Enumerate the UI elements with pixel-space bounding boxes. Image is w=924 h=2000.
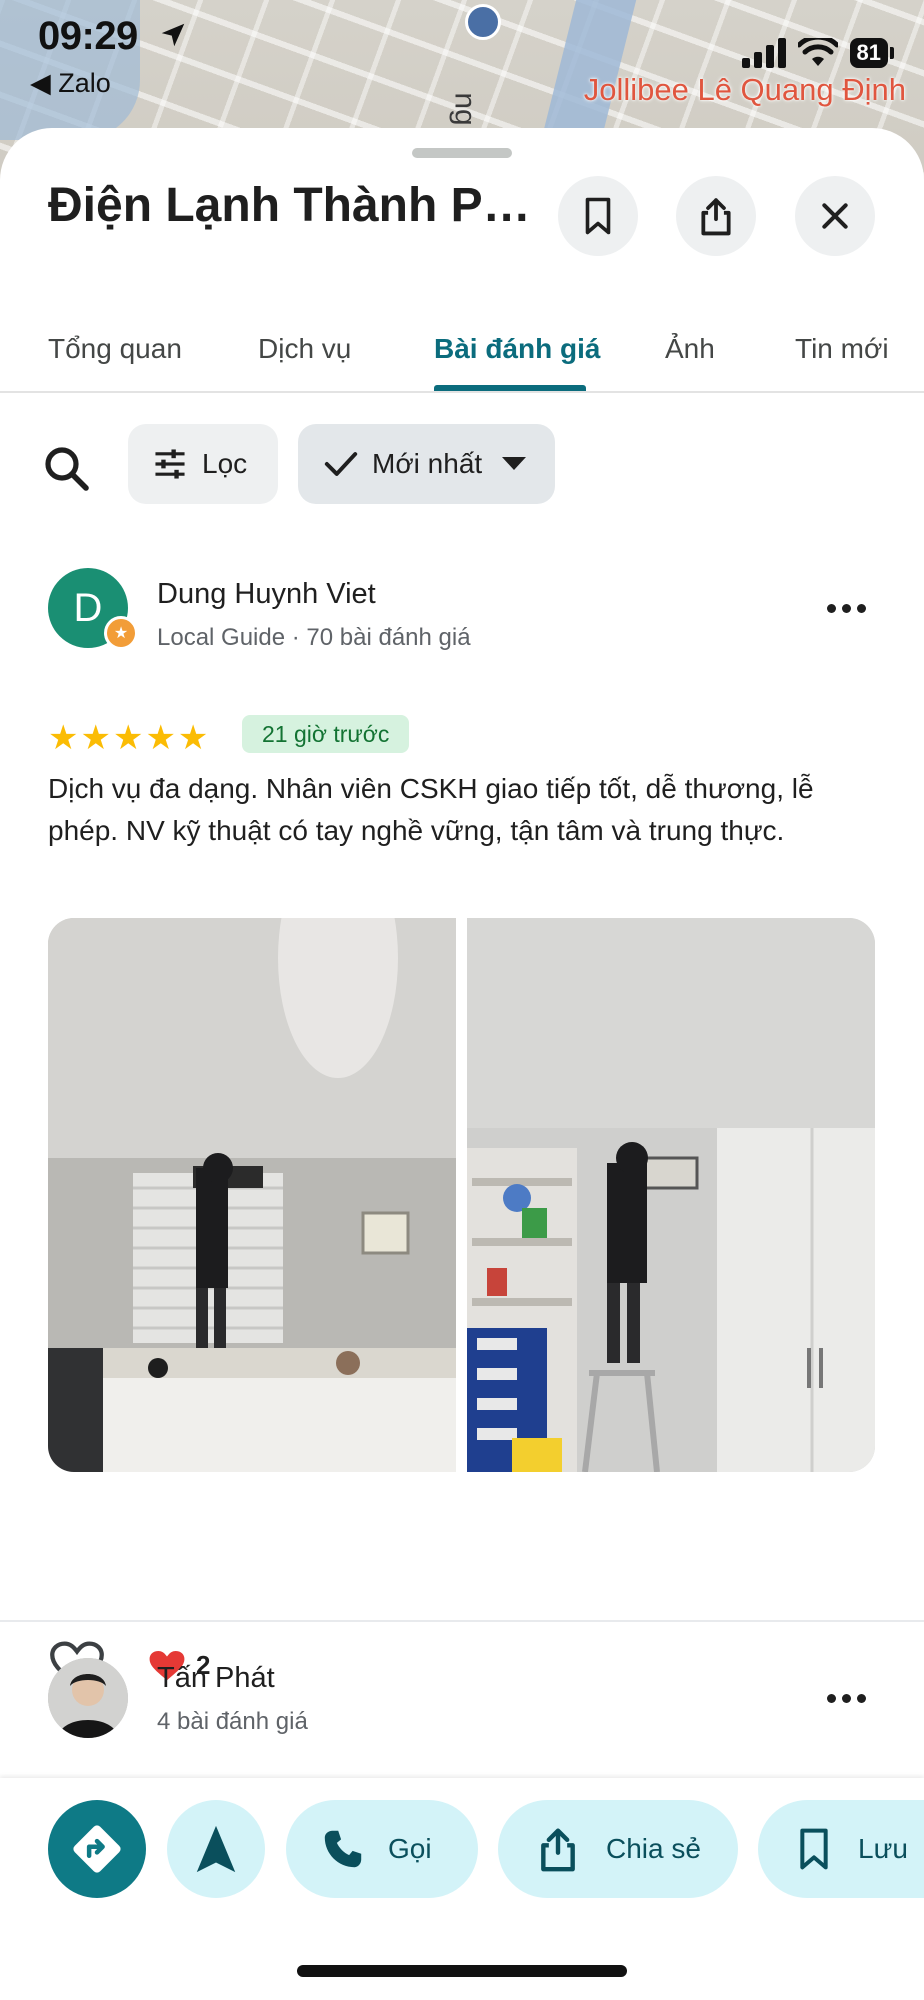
place-sheet: Điện Lạnh Thành Ph... Tổng quan Dịch vụ … [0, 128, 924, 2000]
tab-reviews[interactable]: Bài đánh giá [434, 333, 600, 365]
avatar-letter: D [73, 585, 103, 630]
reviewer-meta: Local Guide · 70 bài đánh giá [157, 624, 471, 651]
more-options-icon[interactable] [827, 1694, 866, 1703]
review-filter-bar: Lọc Mới nhất [0, 424, 924, 504]
share-icon [701, 198, 731, 236]
star-rating: ★★★★★ [48, 719, 211, 757]
share-place-button[interactable] [676, 176, 756, 256]
local-guide-badge-icon: ★ [104, 616, 138, 650]
close-icon [822, 203, 848, 229]
save-place-button[interactable] [558, 176, 638, 256]
review-divider [0, 1620, 924, 1622]
tab-overview[interactable]: Tổng quan [48, 333, 182, 365]
signal-icon [741, 38, 786, 68]
tab-bar: Tổng quan Dịch vụ Bài đánh giá Ảnh Tin m… [0, 303, 924, 393]
tune-icon [155, 449, 185, 479]
share-button[interactable]: Chia sẻ [498, 1800, 738, 1898]
share-label: Chia sẻ [606, 1833, 701, 1864]
start-navigation-button[interactable] [167, 1800, 265, 1898]
place-title: Điện Lạnh Thành Ph... [48, 179, 548, 232]
sort-dropdown[interactable]: Mới nhất [298, 424, 555, 504]
back-to-app-link[interactable]: ◀ Zalo [30, 68, 111, 99]
directions-button[interactable] [48, 1800, 146, 1898]
technician-photo-image [467, 918, 875, 1472]
sheet-drag-handle[interactable] [412, 148, 512, 158]
save-label: Lưu [858, 1833, 908, 1864]
battery-indicator: 81 [849, 38, 895, 68]
location-arrow-icon [161, 23, 185, 47]
technician-photo-image [48, 918, 456, 1472]
tab-services[interactable]: Dịch vụ [258, 333, 351, 365]
call-label: Gọi [388, 1833, 432, 1864]
home-indicator[interactable] [297, 1965, 627, 1977]
navigation-arrow-icon [196, 1825, 236, 1873]
review-card: D ★ Dung Huynh Viet Local Guide · 70 bài… [0, 568, 924, 1738]
close-button[interactable] [795, 176, 875, 256]
review-time-badge: 21 giờ trước [242, 715, 410, 753]
status-indicators: 81 [741, 38, 895, 68]
tab-updates[interactable]: Tin mới [795, 333, 889, 365]
phone-icon [324, 1830, 362, 1868]
call-button[interactable]: Gọi [286, 1800, 478, 1898]
bookmark-icon [585, 197, 611, 235]
search-icon[interactable] [42, 444, 90, 492]
wifi-icon [797, 38, 838, 66]
directions-icon [73, 1825, 121, 1873]
bookmark-icon [800, 1828, 828, 1870]
map-poi-label[interactable]: Jollibee Lê Quang Định [584, 72, 906, 108]
tab-photos[interactable]: Ảnh [665, 333, 715, 365]
review-photo[interactable] [467, 918, 875, 1472]
save-button[interactable]: Lưu [758, 1800, 924, 1898]
review-text[interactable]: Dịch vụ đa dạng. Nhân viên CSKH giao tiế… [48, 768, 888, 852]
filter-button[interactable]: Lọc [128, 424, 278, 504]
bus-stop-icon[interactable] [465, 4, 501, 40]
dropdown-arrow-icon [502, 457, 527, 470]
reviewer-name[interactable]: Tấn Phát [157, 1662, 275, 1695]
sort-label: Mới nhất [372, 448, 483, 479]
check-icon [324, 452, 358, 476]
more-options-icon[interactable] [827, 604, 866, 613]
status-time: 09:29 [38, 14, 138, 58]
map-street-label: ng [448, 92, 482, 126]
review-card: Tấn Phát 4 bài đánh giá [0, 1658, 924, 1778]
reviewer-meta: 4 bài đánh giá [157, 1708, 308, 1735]
share-icon [541, 1828, 575, 1872]
avatar-photo-image [48, 1658, 128, 1738]
filter-label: Lọc [202, 448, 248, 479]
avatar[interactable] [48, 1658, 128, 1738]
active-tab-indicator [434, 385, 586, 391]
reviewer-name[interactable]: Dung Huynh Viet [157, 578, 376, 611]
review-photo[interactable] [48, 918, 456, 1472]
